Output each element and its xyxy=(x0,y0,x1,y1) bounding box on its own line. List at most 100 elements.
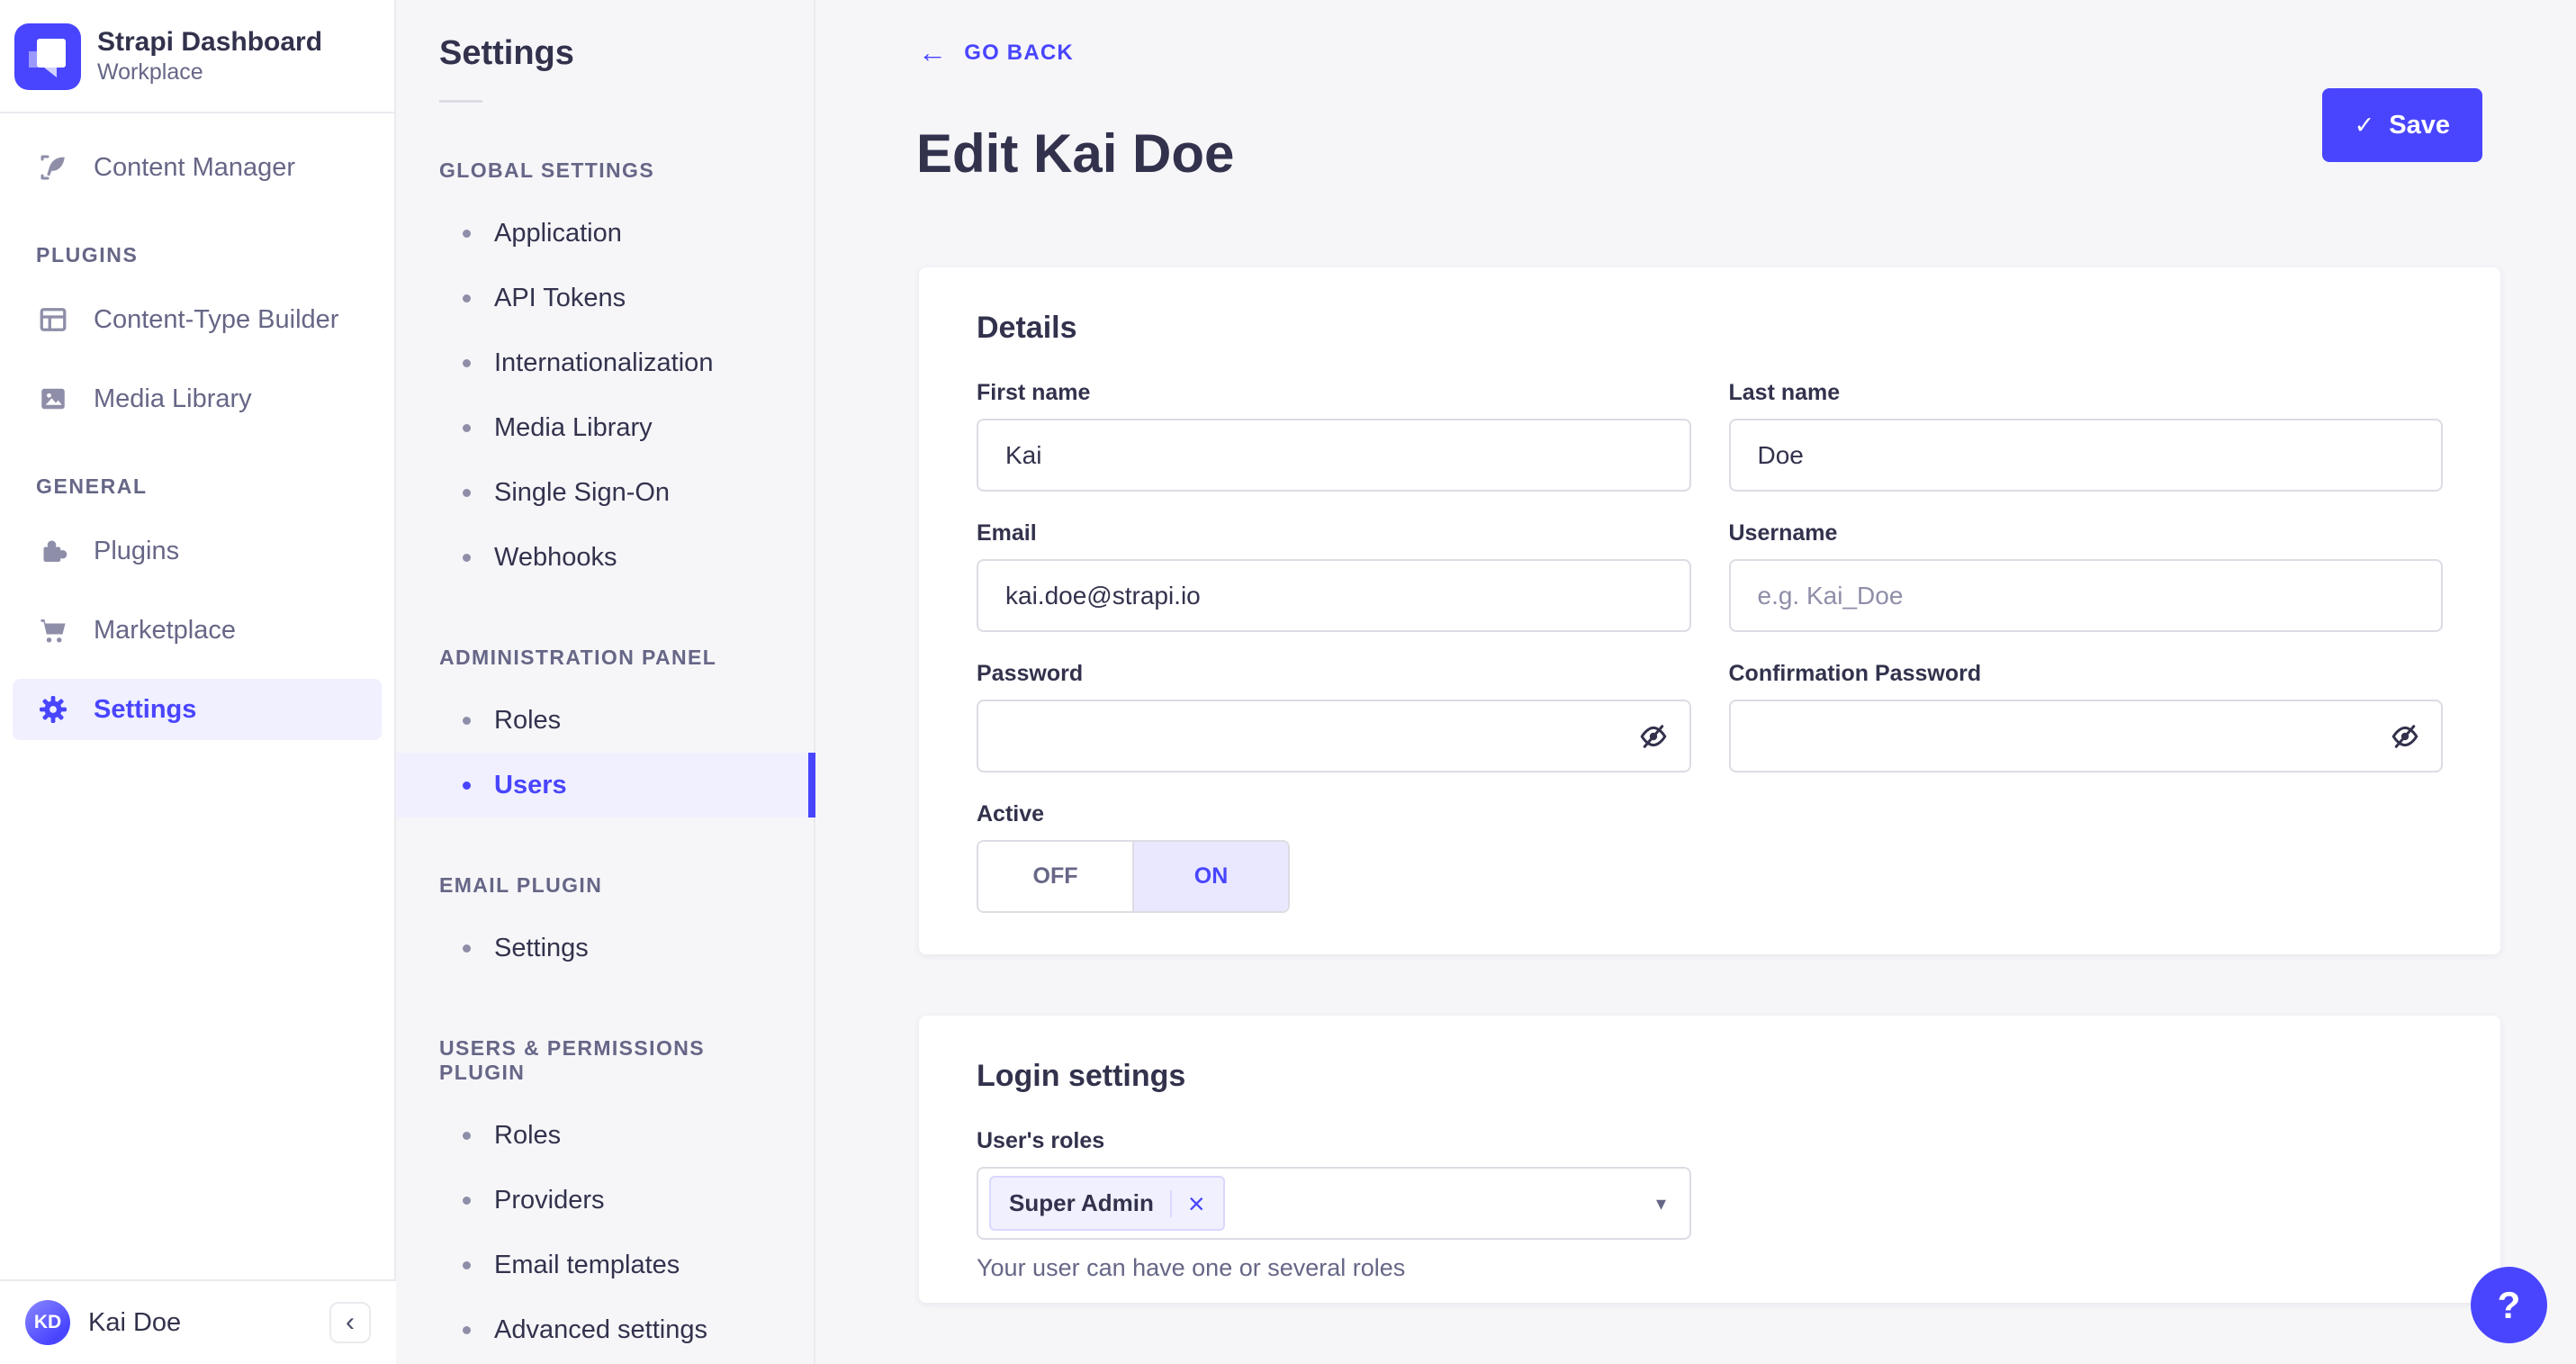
settings-nav-label: Roles xyxy=(494,1120,562,1150)
strapi-admin-page: Strapi Dashboard Workplace Content Manag… xyxy=(0,0,2576,1364)
sidebar-section-plugins: PLUGINS xyxy=(36,243,139,266)
settings-subnav: Settings GLOBAL SETTINGS Application API… xyxy=(396,0,815,1364)
settings-nav-label: Media Library xyxy=(494,412,653,442)
first-name-input[interactable] xyxy=(977,419,1691,492)
settings-nav-label: Webhooks xyxy=(494,542,617,572)
layout-grid-icon xyxy=(36,303,70,337)
settings-nav-item-up-roles[interactable]: Roles xyxy=(396,1103,814,1168)
sidebar-item-content-manager[interactable]: Content Manager xyxy=(13,137,382,198)
sidebar-item-media-library[interactable]: Media Library xyxy=(13,368,382,429)
username-field: Username xyxy=(1728,520,2443,632)
role-tag-label: Super Admin xyxy=(1009,1189,1154,1216)
password-input[interactable] xyxy=(977,700,1691,772)
gear-icon xyxy=(36,692,70,727)
shopping-cart-icon xyxy=(36,613,70,647)
workspace-logo-block: Strapi Dashboard Workplace xyxy=(0,0,394,112)
last-name-input[interactable] xyxy=(1728,419,2443,492)
bullet-icon xyxy=(463,553,471,562)
bullet-icon xyxy=(463,1325,471,1334)
roles-select[interactable]: Super Admin × ▾ xyxy=(977,1167,1691,1240)
save-button[interactable]: ✓ Save xyxy=(2321,88,2482,162)
confirmation-password-input[interactable] xyxy=(1728,700,2443,772)
workspace-subtitle: Workplace xyxy=(97,59,203,86)
active-field: Active OFF ON xyxy=(977,801,1691,913)
settings-nav-item-single-sign-on[interactable]: Single Sign-On xyxy=(396,460,814,525)
sidebar-item-settings[interactable]: Settings xyxy=(13,679,382,740)
feather-edit-icon xyxy=(36,150,70,185)
settings-nav-label: API Tokens xyxy=(494,283,626,312)
subnav-title: Settings xyxy=(439,34,574,72)
toggle-off-button[interactable]: OFF xyxy=(978,842,1134,911)
settings-nav-item-api-tokens[interactable]: API Tokens xyxy=(396,266,814,330)
save-label: Save xyxy=(2389,110,2450,140)
settings-nav-item-media-library[interactable]: Media Library xyxy=(396,395,814,460)
collapse-sidebar-button[interactable]: ‹ xyxy=(329,1302,371,1343)
toggle-on-button[interactable]: ON xyxy=(1134,842,1288,911)
username-input[interactable] xyxy=(1728,559,2443,632)
sidebar-item-plugins[interactable]: Plugins xyxy=(13,520,382,582)
bullet-icon xyxy=(463,1131,471,1140)
settings-nav-item-advanced-settings[interactable]: Advanced settings xyxy=(396,1297,814,1362)
settings-nav-label: Application xyxy=(494,218,622,248)
check-icon: ✓ xyxy=(2354,111,2375,139)
bullet-icon xyxy=(463,716,471,725)
picture-icon xyxy=(36,382,70,416)
go-back-label: GO BACK xyxy=(964,40,1074,65)
sidebar-item-label: Plugins xyxy=(94,536,180,565)
settings-nav-item-internationalization[interactable]: Internationalization xyxy=(396,330,814,395)
settings-nav-item-admin-roles[interactable]: Roles xyxy=(396,688,814,753)
email-field: Email xyxy=(977,520,1691,632)
workspace-text: Strapi Dashboard Workplace xyxy=(97,26,322,86)
bullet-icon xyxy=(463,358,471,367)
divider xyxy=(439,100,482,103)
page-title: Edit Kai Doe xyxy=(916,123,1235,185)
bullet-icon xyxy=(463,1260,471,1269)
chevron-down-icon[interactable]: ▾ xyxy=(1656,1192,1666,1215)
first-name-field: First name xyxy=(977,380,1691,492)
settings-nav-item-email-settings[interactable]: Settings xyxy=(396,916,814,980)
settings-nav-label: Advanced settings xyxy=(494,1314,707,1344)
bullet-icon xyxy=(463,781,471,790)
confirmation-password-label: Confirmation Password xyxy=(1728,661,1982,686)
user-roles-field: User's roles Super Admin × ▾ Your user c… xyxy=(977,1128,2443,1282)
eye-off-icon[interactable] xyxy=(2389,720,2421,753)
details-form: First name Last name Email xyxy=(977,380,2443,913)
user-name[interactable]: Kai Doe xyxy=(88,1308,181,1338)
bullet-icon xyxy=(463,423,471,432)
password-field: Password xyxy=(977,661,1691,772)
avatar[interactable]: KD xyxy=(25,1300,70,1345)
active-label: Active xyxy=(977,801,1045,827)
settings-nav-label: Users xyxy=(494,770,567,799)
sidebar-item-marketplace[interactable]: Marketplace xyxy=(13,600,382,661)
sidebar-section-general: GENERAL xyxy=(36,474,148,498)
bullet-icon xyxy=(463,229,471,238)
close-icon[interactable]: × xyxy=(1188,1189,1205,1218)
active-toggle: OFF ON xyxy=(977,840,1290,913)
settings-nav-label: Settings xyxy=(494,933,589,962)
settings-nav-item-providers[interactable]: Providers xyxy=(396,1168,814,1233)
username-label: Username xyxy=(1728,520,1838,546)
settings-nav-label: Roles xyxy=(494,705,562,735)
settings-nav-item-webhooks[interactable]: Webhooks xyxy=(396,525,814,590)
email-input[interactable] xyxy=(977,559,1691,632)
roles-helper-text: Your user can have one or several roles xyxy=(977,1254,1406,1281)
sidebar-item-content-type-builder[interactable]: Content-Type Builder xyxy=(13,289,382,350)
last-name-field: Last name xyxy=(1728,380,2443,492)
go-back-link[interactable]: ← GO BACK xyxy=(918,36,1074,69)
help-button[interactable]: ? xyxy=(2471,1267,2547,1343)
bullet-icon xyxy=(463,294,471,303)
login-settings-card: Login settings User's roles Super Admin … xyxy=(919,1016,2500,1303)
sidebar-footer: KD Kai Doe ‹ xyxy=(0,1279,396,1364)
eye-off-icon[interactable] xyxy=(1637,720,1670,753)
settings-nav-item-application[interactable]: Application xyxy=(396,201,814,266)
bullet-icon xyxy=(463,944,471,953)
subnav-heading-administration-panel: ADMINISTRATION PANEL xyxy=(439,646,717,669)
sidebar-item-label: Content Manager xyxy=(94,152,296,182)
settings-nav-label: Providers xyxy=(494,1185,605,1215)
main-sidebar: Strapi Dashboard Workplace Content Manag… xyxy=(0,0,396,1364)
email-label: Email xyxy=(977,520,1037,546)
settings-nav-item-admin-users[interactable]: Users xyxy=(396,753,815,817)
settings-nav-item-email-templates[interactable]: Email templates xyxy=(396,1233,814,1297)
sidebar-item-label: Marketplace xyxy=(94,615,236,645)
details-card-title: Details xyxy=(977,311,1077,345)
